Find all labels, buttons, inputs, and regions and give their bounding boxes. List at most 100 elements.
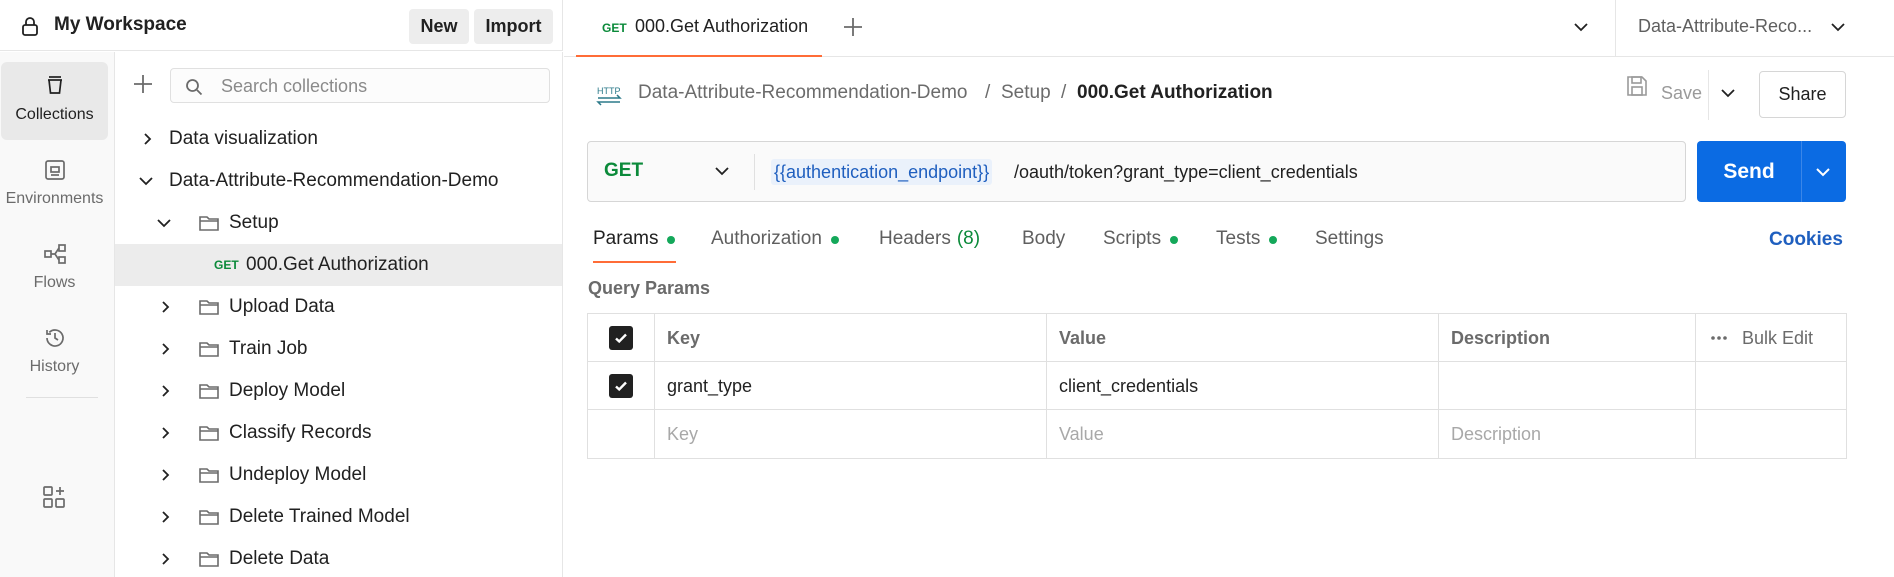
breadcrumb-request[interactable]: 000.Get Authorization bbox=[1077, 82, 1273, 104]
param-value-input[interactable]: client_credentials bbox=[1047, 362, 1439, 410]
tab-headers[interactable]: Headers (8) bbox=[879, 228, 980, 264]
search-icon bbox=[185, 78, 203, 96]
bulk-edit-button[interactable]: Bulk Edit bbox=[1742, 328, 1813, 349]
chevron-right-icon[interactable] bbox=[158, 510, 172, 524]
add-apps-icon[interactable] bbox=[41, 484, 67, 510]
chevron-right-icon[interactable] bbox=[158, 426, 172, 440]
tree-item-request[interactable]: GET 000.Get Authorization bbox=[115, 244, 562, 286]
chevron-right-icon[interactable] bbox=[158, 552, 172, 566]
chevron-down-icon[interactable] bbox=[156, 216, 172, 230]
save-icon[interactable] bbox=[1625, 74, 1649, 98]
chevron-down-icon[interactable] bbox=[1573, 20, 1589, 34]
tree-item-label: Delete Trained Model bbox=[229, 506, 410, 527]
tree-item-folder[interactable]: Upload Data bbox=[115, 286, 562, 328]
folder-icon bbox=[198, 339, 220, 359]
tab-body[interactable]: Body bbox=[1022, 228, 1065, 264]
environment-selector[interactable]: Data-Attribute-Reco... bbox=[1638, 16, 1812, 37]
status-dot bbox=[830, 236, 839, 244]
query-params-title: Query Params bbox=[588, 278, 711, 298]
tree-item-folder[interactable]: Train Job bbox=[115, 328, 562, 370]
collections-panel: Data visualization Data-Attribute-Recomm… bbox=[115, 52, 563, 577]
tree-item-folder[interactable]: Delete Trained Model bbox=[115, 496, 562, 538]
tree-item-label: Undeploy Model bbox=[229, 464, 367, 485]
tab-label: Tests bbox=[1216, 228, 1261, 249]
tree-item-label: Delete Data bbox=[229, 548, 330, 569]
chevron-right-icon[interactable] bbox=[158, 342, 172, 356]
rail-item-collections[interactable]: Collections bbox=[1, 62, 108, 140]
tab-tests[interactable]: Tests bbox=[1216, 228, 1278, 264]
rail-label-history: History bbox=[29, 358, 80, 375]
tab-label: Params bbox=[593, 228, 659, 249]
breadcrumb-collection[interactable]: Data-Attribute-Recommendation-Demo bbox=[638, 82, 967, 104]
workspace-title[interactable]: My Workspace bbox=[54, 14, 187, 36]
divider bbox=[1801, 141, 1802, 202]
param-key-input[interactable]: grant_type bbox=[655, 362, 1047, 410]
tree-item-label: 000.Get Authorization bbox=[246, 254, 429, 275]
chevron-right-icon[interactable] bbox=[140, 132, 154, 146]
tab-bar: GET 000.Get Authorization Data-Attribute… bbox=[564, 0, 1894, 57]
tab-authorization[interactable]: Authorization bbox=[711, 228, 839, 264]
tree-item-folder[interactable]: Setup bbox=[115, 202, 562, 244]
tree-item-label: Data visualization bbox=[169, 128, 318, 149]
chevron-right-icon[interactable] bbox=[158, 300, 172, 314]
new-description-input[interactable]: Description bbox=[1439, 410, 1696, 458]
chevron-down-icon[interactable] bbox=[1830, 20, 1846, 34]
lock-icon bbox=[19, 15, 41, 37]
tree-item-collection[interactable]: Data-Attribute-Recommendation-Demo bbox=[115, 160, 562, 202]
status-dot bbox=[1269, 236, 1278, 244]
http-icon: HTTP bbox=[595, 82, 623, 106]
tab-scripts[interactable]: Scripts bbox=[1103, 228, 1179, 264]
chevron-down-icon[interactable] bbox=[1720, 86, 1736, 100]
breadcrumb-separator: / bbox=[985, 82, 991, 103]
breadcrumb-folder[interactable]: Setup bbox=[1001, 82, 1051, 104]
share-button[interactable]: Share bbox=[1759, 71, 1846, 118]
tab-params[interactable]: Params bbox=[593, 228, 676, 264]
param-description-input[interactable] bbox=[1439, 362, 1696, 410]
send-button[interactable]: Send bbox=[1697, 141, 1801, 202]
tab-label: Scripts bbox=[1103, 228, 1162, 249]
tab-settings[interactable]: Settings bbox=[1315, 228, 1384, 264]
divider bbox=[1708, 70, 1709, 120]
method-selector[interactable]: GET bbox=[604, 160, 643, 182]
chevron-right-icon[interactable] bbox=[158, 384, 172, 398]
column-header-description: Description bbox=[1439, 314, 1696, 362]
url-variable[interactable]: {{authentication_endpoint}} bbox=[771, 159, 993, 185]
tree-item-folder[interactable]: Delete Data bbox=[115, 538, 562, 577]
tree-item-label: Classify Records bbox=[229, 422, 372, 443]
cookies-link[interactable]: Cookies bbox=[1769, 229, 1843, 251]
search-input[interactable] bbox=[221, 75, 541, 97]
chevron-right-icon[interactable] bbox=[158, 468, 172, 482]
url-input[interactable]: /oauth/token?grant_type=client_credentia… bbox=[1014, 162, 1358, 183]
more-icon[interactable] bbox=[1710, 335, 1728, 341]
breadcrumb-separator: / bbox=[1061, 82, 1067, 103]
new-value-input[interactable]: Value bbox=[1047, 410, 1439, 458]
chevron-down-icon[interactable] bbox=[714, 164, 730, 178]
tree-item-folder[interactable]: Undeploy Model bbox=[115, 454, 562, 496]
new-button[interactable]: New bbox=[409, 9, 469, 44]
rail-item-history[interactable]: History bbox=[1, 314, 108, 392]
new-tab-icon[interactable] bbox=[842, 16, 864, 38]
tree-item-collection[interactable]: Data visualization bbox=[115, 118, 562, 160]
chevron-down-icon[interactable] bbox=[1815, 166, 1831, 178]
column-header-key: Key bbox=[655, 314, 1047, 362]
status-dot bbox=[667, 236, 676, 244]
history-icon bbox=[43, 326, 67, 350]
add-collection-icon[interactable] bbox=[132, 73, 154, 95]
rail-label-flows: Flows bbox=[33, 274, 76, 291]
tab-label: Authorization bbox=[711, 228, 822, 249]
select-all-checkbox[interactable] bbox=[609, 326, 633, 350]
tab-title: 000.Get Authorization bbox=[635, 16, 809, 36]
rail-item-flows[interactable]: Flows bbox=[1, 230, 108, 308]
tree-item-label: Train Job bbox=[229, 338, 308, 359]
chevron-down-icon[interactable] bbox=[138, 174, 154, 188]
select-all-cell bbox=[588, 314, 655, 362]
save-button[interactable]: Save bbox=[1661, 83, 1702, 104]
row-checkbox[interactable] bbox=[609, 374, 633, 398]
tab-get-authorization[interactable]: GET 000.Get Authorization bbox=[576, 0, 822, 57]
tab-label: Settings bbox=[1315, 228, 1384, 249]
rail-item-environments[interactable]: Environments bbox=[1, 146, 108, 224]
new-key-input[interactable]: Key bbox=[655, 410, 1047, 458]
tree-item-folder[interactable]: Deploy Model bbox=[115, 370, 562, 412]
tree-item-folder[interactable]: Classify Records bbox=[115, 412, 562, 454]
import-button[interactable]: Import bbox=[474, 9, 553, 44]
